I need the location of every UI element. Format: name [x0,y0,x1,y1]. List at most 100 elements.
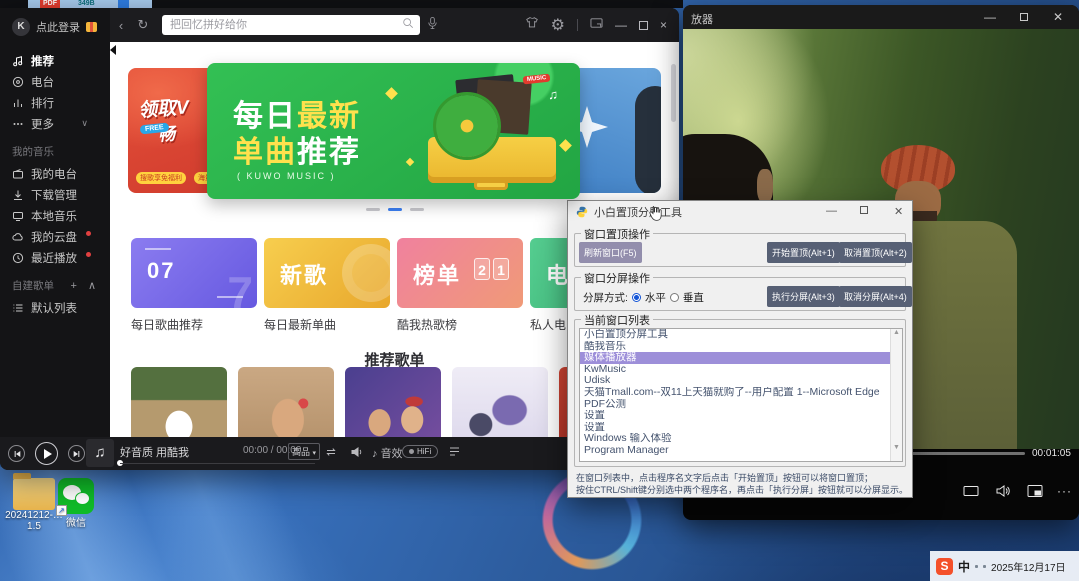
card-label[interactable]: 酷我热歌榜 [397,316,457,333]
sidebar-item-downloads[interactable]: 下载管理 [12,184,110,205]
execute-split-button[interactable]: 执行分屏(Alt+3) [767,286,840,307]
radio-box-icon [12,168,24,180]
video-minimize-button[interactable]: — [984,10,996,24]
content-scrollbar[interactable] [671,64,676,122]
tool-titlebar[interactable]: 小白置顶分屏工具 — ✕ [568,201,912,223]
add-playlist-and-collapse-icons[interactable]: + ∧ [70,279,100,292]
radio-horizontal[interactable] [632,293,641,302]
flip-digit: 1 [493,258,509,280]
more-options-icon[interactable]: ··· [1057,484,1072,498]
card-ghost-number: 7 [227,266,253,308]
window-list-item[interactable]: Program Manager [580,445,902,457]
vinyl-ring [342,244,390,302]
list-scrollbar[interactable]: ▲▼ [890,329,902,461]
maximize-button[interactable] [639,21,648,30]
window-listbox[interactable]: 小白置顶分屏工具 酷我音乐 媒体播放器 KwMusic Udisk 天猫Tmal… [579,328,903,462]
playlist-thumb-anime-group[interactable] [452,367,548,437]
window-list-item[interactable]: Windows 输入体验 [580,433,902,445]
window-list-item[interactable]: Udisk [580,375,902,387]
settings-gear-icon[interactable]: ⚙ [551,15,565,35]
carousel-dot[interactable] [410,208,424,211]
sidebar-item-cloud-drive[interactable]: 我的云盘 [12,226,110,247]
next-track-button[interactable] [68,445,85,462]
sound-effect-button[interactable]: ♪ 音效 [372,445,403,461]
back-icon[interactable]: ‹ [110,18,132,33]
quality-selector[interactable]: 高品 ▾ [288,443,320,460]
sidebar-item-recommend[interactable]: 推荐 [12,50,110,71]
window-list-item[interactable]: 设置 [580,410,902,422]
desktop-icon-wechat[interactable]: ↗ 微信 [44,478,108,529]
volume-icon[interactable] [350,445,364,464]
cast-display-icon[interactable] [963,484,979,503]
start-pin-button[interactable]: 开始置顶(Alt+1) [767,242,840,263]
download-icon [12,189,24,201]
banner-left-text: 领取V [137,92,189,122]
group-split-label: 窗口分屏操作 [581,270,653,286]
video-volume-icon[interactable] [995,484,1011,503]
tool-close-button[interactable]: ✕ [894,205,903,218]
card-label[interactable]: 每日歌曲推荐 [131,316,203,333]
close-button[interactable]: × [660,19,667,31]
sidebar-item-recent[interactable]: 最近播放 [12,247,110,268]
hifi-button[interactable]: HiFi [402,445,438,458]
card-hot-chart[interactable]: 榜单 2 1 [397,238,523,308]
minimize-button[interactable]: — [615,19,627,31]
tool-maximize-button[interactable] [860,205,868,217]
sidebar-item-ranking[interactable]: 排行 [12,92,110,113]
cancel-split-button[interactable]: 取消分屏(Alt+4) [839,286,912,307]
video-close-button[interactable]: ✕ [1053,10,1063,24]
skin-icon[interactable] [525,16,539,34]
carousel-dot-active[interactable] [388,208,402,211]
sidebar-item-more[interactable]: 更多 ∨ [12,113,110,134]
playlist-thumb-retro-couple[interactable] [345,367,441,437]
card-label[interactable]: 每日最新单曲 [264,316,336,333]
mini-mode-icon[interactable] [590,16,603,34]
video-restore-button[interactable] [1020,10,1028,24]
window-list-item[interactable]: 天猫Tmall.com--双11上天猫就购了--用户配置 1--Microsof… [580,387,902,399]
window-list-item-selected[interactable]: 媒体播放器 [580,352,902,364]
play-button[interactable] [35,442,58,465]
foreground-face [757,169,773,203]
taskbar-date[interactable]: 2025年12月17日 [991,559,1066,574]
playlist-thumb-marshmello[interactable] [131,367,227,437]
album-art[interactable]: ♫ [86,439,114,467]
tool-minimize-button[interactable]: — [826,205,837,217]
search-input[interactable] [162,15,420,35]
window-list-item[interactable]: 设置 [580,422,902,434]
gift-icon [86,22,97,32]
sidebar-label: 默认列表 [31,300,77,316]
microphone-icon[interactable] [426,16,439,35]
card-daily-recommend[interactable]: 07 7 [131,238,257,308]
playlist-thumb-retro-portrait[interactable] [238,367,334,437]
sidebar-item-default-list[interactable]: 默认列表 [12,297,110,318]
radio-vertical[interactable] [670,293,679,302]
previous-track-button[interactable] [8,445,25,462]
carousel-dot[interactable] [366,208,380,211]
selected-nav-notch [110,45,116,55]
window-list-item[interactable]: 小白置顶分屏工具 [580,329,902,341]
refresh-icon[interactable]: ↻ [132,17,154,33]
search-icon[interactable] [402,16,414,34]
split-mode-row: 分屏方式: 水平 垂直 [583,290,704,305]
sogou-ime-icon[interactable]: S [936,558,953,575]
picture-in-picture-icon[interactable] [1027,484,1043,503]
login-row[interactable]: K 点此登录 [12,18,110,36]
playlist-icon[interactable] [448,445,461,463]
video-time: 00:01:05 [1032,448,1071,459]
window-list-item[interactable]: KwMusic [580,364,902,376]
window-list-item[interactable]: 酷我音乐 [580,341,902,353]
repeat-icon[interactable] [324,445,338,464]
sidebar-item-radio[interactable]: 电台 [12,71,110,92]
banner-center-daily-songs[interactable]: 每日最新 单曲推荐 ( KUWO MUSIC ) MUSIC ♫ [207,63,580,199]
progress-bar[interactable] [120,463,315,464]
window-list-item[interactable]: PDF公测 [580,399,902,411]
notification-dot [86,231,91,236]
sidebar-item-my-radio[interactable]: 我的电台 [12,163,110,184]
cancel-pin-button[interactable]: 取消置顶(Alt+2) [839,242,912,263]
sidebar-item-local-music[interactable]: 本地音乐 [12,205,110,226]
refresh-windows-button[interactable]: 刷新窗口(F5) [579,242,642,263]
group-window-list: 当前窗口列表 小白置顶分屏工具 酷我音乐 媒体播放器 KwMusic Udisk… [574,319,906,467]
card-new-songs[interactable]: 新歌 [264,238,390,308]
ime-mode-indicator[interactable]: 中 [958,558,970,575]
video-titlebar[interactable]: 放器 — ✕ [683,5,1079,29]
